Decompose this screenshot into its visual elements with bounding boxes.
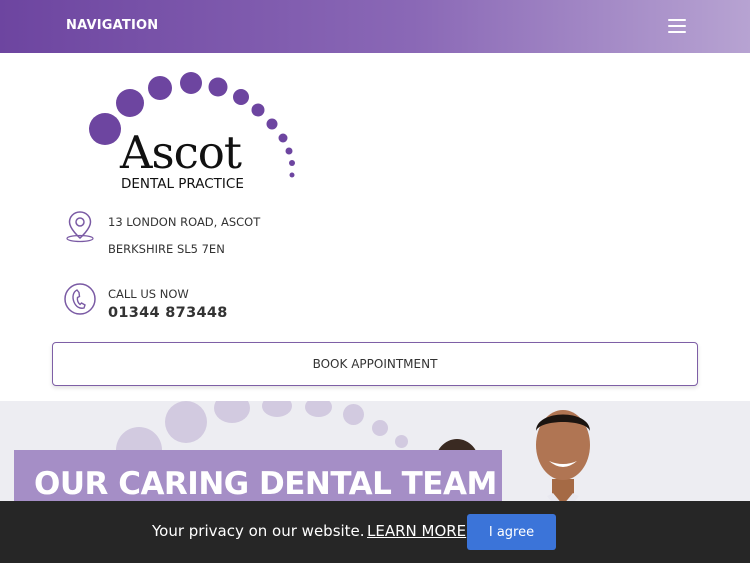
hero-decor-dot <box>372 420 388 436</box>
agree-button[interactable]: I agree <box>467 514 556 550</box>
logo-subtitle: DENTAL PRACTICE <box>121 176 244 192</box>
call-us-label: CALL US NOW <box>108 287 189 301</box>
hamburger-menu-icon[interactable] <box>668 19 686 34</box>
hero-title: OUR CARING DENTAL TEAM <box>34 466 497 502</box>
hero-decor-dot <box>305 401 332 417</box>
hero-decor-dot <box>395 435 408 448</box>
navigation-label[interactable]: NAVIGATION <box>66 18 158 33</box>
address-line-2: BERKSHIRE SL5 7EN <box>108 242 225 256</box>
phone-icon <box>63 282 97 320</box>
phone-number-link[interactable]: 01344 873448 <box>108 305 228 321</box>
map-pin-icon <box>63 209 97 247</box>
learn-more-link[interactable]: LEARN MORE <box>367 522 466 540</box>
hero-decor-dot <box>262 401 292 417</box>
logo-wordmark: Ascot <box>120 126 242 179</box>
cookie-message: Your privacy on our website. <box>152 522 365 540</box>
hero-decor-dot <box>343 404 364 425</box>
cookie-consent-bar: Your privacy on our website. LEARN MORE … <box>0 501 750 563</box>
ascot-dental-logo[interactable]: Ascot DENTAL PRACTICE <box>86 70 301 195</box>
top-navbar: NAVIGATION <box>0 0 750 53</box>
hero-decor-dot <box>214 401 250 423</box>
book-appointment-button[interactable]: BOOK APPOINTMENT <box>52 342 698 386</box>
hero-decor-dot <box>165 401 207 443</box>
address-line-1: 13 LONDON ROAD, ASCOT <box>108 215 261 229</box>
